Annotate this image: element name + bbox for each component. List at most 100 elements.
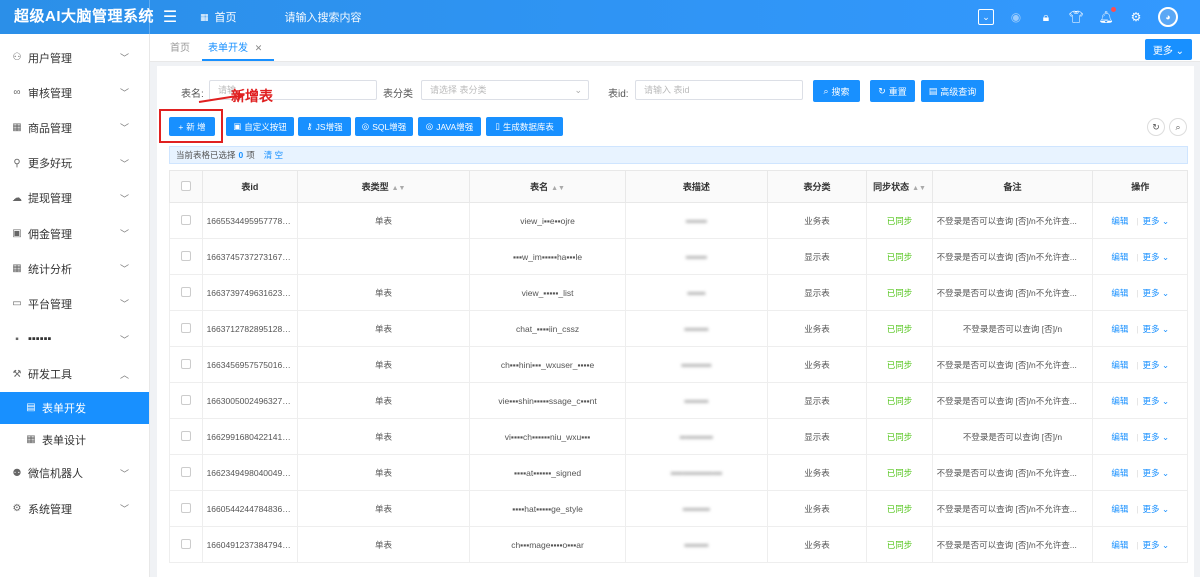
column-header[interactable]: 表id [201, 170, 299, 203]
table-row[interactable]: 1662349498040049666 单表 ▪▪▪▪at▪▪▪▪▪▪_signed… [169, 454, 1188, 491]
edit-link[interactable]: 编辑 [1111, 468, 1128, 478]
search-button[interactable]: ⌕ 搜索 [813, 80, 860, 102]
sidebar-item[interactable]: ▭ 平台管理 ﹀ [0, 286, 149, 321]
sidebar-item[interactable]: ⚇ 用户管理 ﹀ [0, 40, 149, 75]
cell-id: 1663745737273167873 [201, 238, 299, 275]
sidebar-item[interactable]: ☁ 提现管理 ﹀ [0, 181, 149, 216]
more-link[interactable]: 更多 ⌄ [1143, 504, 1170, 514]
more-link[interactable]: 更多 ⌄ [1143, 324, 1170, 334]
lock-icon[interactable]: 🔒︎ [1038, 9, 1054, 25]
advanced-query-button[interactable]: ▤ 高级查询 [921, 80, 984, 102]
sync-status-badge: 已同步 [886, 431, 913, 442]
sort-icon[interactable]: ▲▼ [551, 185, 565, 192]
reset-button[interactable]: ↻ 重置 [870, 80, 915, 102]
edit-link[interactable]: 编辑 [1111, 540, 1128, 550]
select-all-checkbox[interactable] [169, 170, 203, 203]
js-enhance-button[interactable]: ⚷ JS增强 [298, 117, 351, 136]
row-checkbox[interactable] [169, 382, 203, 419]
sidebar-item[interactable]: ▦ 表单设计 [0, 424, 149, 456]
bell-icon[interactable]: 🔔︎ [1098, 7, 1116, 25]
table-row[interactable]: 1660544244784836609 单表 ▪▪▪▪hat▪▪▪▪▪ge_styl… [169, 490, 1188, 527]
close-icon[interactable]: ✕ [255, 43, 263, 53]
sidebar-item[interactable]: ▤ 表单开发 [0, 391, 149, 424]
sidebar-item[interactable]: ▦ 统计分析 ﹀ [0, 251, 149, 286]
generate-db-table-button[interactable]: ▯ 生成数据库表 [486, 117, 563, 136]
row-checkbox[interactable] [169, 526, 203, 563]
column-header[interactable]: 表类型 ▲▼ [297, 170, 470, 203]
more-link[interactable]: 更多 ⌄ [1143, 432, 1170, 442]
column-header[interactable]: 同步状态 ▲▼ [866, 170, 933, 203]
row-checkbox[interactable] [169, 346, 203, 383]
tab-form-dev[interactable]: 表单开发 ✕ [202, 39, 275, 61]
category-select[interactable]: 请选择 表分类 ⌄ [421, 80, 589, 100]
add-button[interactable]: + 新 增 [169, 117, 215, 136]
table-row[interactable]: 1665534495957778433 单表 view_i▪▪e▪▪ojre ▪▪▪▪… [169, 202, 1188, 239]
table-id-input[interactable]: 请输入 表id [635, 80, 803, 100]
sidebar-item[interactable]: ⚉ 微信机器人 ﹀ [0, 456, 149, 491]
row-checkbox[interactable] [169, 490, 203, 527]
sort-icon[interactable]: ▲▼ [392, 185, 406, 192]
java-enhance-button[interactable]: ◎ JAVA增强 [418, 117, 481, 136]
global-search-input[interactable]: 请输入搜索内容 [285, 9, 362, 25]
sidebar-item[interactable]: ⚙ 系统管理 ﹀ [0, 491, 149, 526]
custom-button-button[interactable]: ▣ 自定义按钮 [226, 117, 294, 136]
home-link[interactable]: ▦ 首页 [200, 9, 237, 25]
row-checkbox[interactable] [169, 310, 203, 347]
column-header[interactable]: 备注 [931, 170, 1094, 203]
sidebar-item[interactable]: ▪ ▪▪▪▪▪▪ ﹀ [0, 322, 149, 357]
sql-enhance-button[interactable]: ◎ SQL增强 [355, 117, 413, 136]
clear-selection-link[interactable]: 清 空 [264, 149, 283, 161]
column-header[interactable]: 操作 [1092, 170, 1188, 203]
row-checkbox[interactable] [169, 202, 203, 239]
edit-link[interactable]: 编辑 [1111, 504, 1128, 514]
chevron-down-icon: ﹀ [119, 334, 129, 345]
table-row[interactable]: 1663739749631623170 单表 view_▪▪▪▪▪_list ▪▪▪▪… [169, 274, 1188, 311]
dropdown-icon[interactable]: ⌄ [978, 9, 994, 25]
table-row[interactable]: 1663712782895128577 单表 chat_▪▪▪▪iin_cssz ▪▪… [169, 310, 1188, 347]
table-row[interactable]: 1663456957575016450 单表 ch▪▪▪hini▪▪▪_wxuser… [169, 346, 1188, 383]
more-link[interactable]: 更多 ⌄ [1143, 540, 1170, 550]
tabs-more-button[interactable]: 更多 ⌄ [1144, 39, 1192, 60]
more-link[interactable]: 更多 ⌄ [1143, 288, 1170, 298]
table-row[interactable]: 1662991680422141953 单表 vi▪▪▪▪ch▪▪▪▪▪▪niu_w… [169, 418, 1188, 455]
more-link[interactable]: 更多 ⌄ [1143, 396, 1170, 406]
table-row[interactable]: 1663005002496327682 单表 vie▪▪▪shin▪▪▪▪▪ssag… [169, 382, 1188, 419]
row-checkbox[interactable] [169, 418, 203, 455]
more-link[interactable]: 更多 ⌄ [1143, 216, 1170, 226]
sidebar-item[interactable]: ∞ 审核管理 ﹀ [0, 75, 149, 110]
github-icon[interactable]: ◉ [1008, 9, 1024, 25]
column-label: 表id [241, 182, 259, 192]
avatar[interactable]: ◕ [1158, 7, 1178, 27]
grid-icon: ▦ [12, 122, 22, 134]
edit-link[interactable]: 编辑 [1111, 432, 1128, 442]
cell-desc: ▪▪▪▪▪▪▪▪▪▪▪▪▪▪▪▪▪ [625, 454, 768, 491]
refresh-table-icon[interactable]: ↻ [1147, 118, 1165, 136]
menu-toggle-icon[interactable]: ☰ [150, 7, 190, 27]
row-checkbox[interactable] [169, 454, 203, 491]
edit-link[interactable]: 编辑 [1111, 324, 1128, 334]
row-checkbox[interactable] [169, 238, 203, 275]
column-header[interactable]: 表分类 [766, 170, 868, 203]
settings-icon[interactable]: ⚙ [1128, 9, 1144, 25]
table-row[interactable]: 1660491237384794114 单表 ch▪▪▪mage▪▪▪▪o▪▪▪ar… [169, 526, 1188, 563]
row-checkbox[interactable] [169, 274, 203, 311]
tab-home[interactable]: 首页 [164, 39, 202, 61]
more-link[interactable]: 更多 ⌄ [1143, 468, 1170, 478]
column-header[interactable]: 表描述 [625, 170, 768, 203]
sidebar-item[interactable]: ⚒ 研发工具 ︿ [0, 357, 149, 392]
more-link[interactable]: 更多 ⌄ [1143, 252, 1170, 262]
sidebar-item[interactable]: ▦ 商品管理 ﹀ [0, 110, 149, 145]
table-row[interactable]: 1663745737273167873 ▪▪▪w_im▪▪▪▪▪ha▪▪▪le ▪▪… [169, 238, 1188, 275]
edit-link[interactable]: 编辑 [1111, 252, 1128, 262]
edit-link[interactable]: 编辑 [1111, 396, 1128, 406]
column-search-icon[interactable]: ⌕ [1169, 118, 1187, 136]
more-link[interactable]: 更多 ⌄ [1143, 360, 1170, 370]
edit-link[interactable]: 编辑 [1111, 288, 1128, 298]
sidebar-item[interactable]: ▣ 佣金管理 ﹀ [0, 216, 149, 251]
edit-link[interactable]: 编辑 [1111, 360, 1128, 370]
sort-icon[interactable]: ▲▼ [912, 185, 926, 192]
shirt-icon[interactable]: 👕︎ [1068, 9, 1084, 25]
sidebar-item[interactable]: ⚲ 更多好玩 ﹀ [0, 146, 149, 181]
column-header[interactable]: 表名 ▲▼ [468, 170, 627, 203]
edit-link[interactable]: 编辑 [1111, 216, 1128, 226]
